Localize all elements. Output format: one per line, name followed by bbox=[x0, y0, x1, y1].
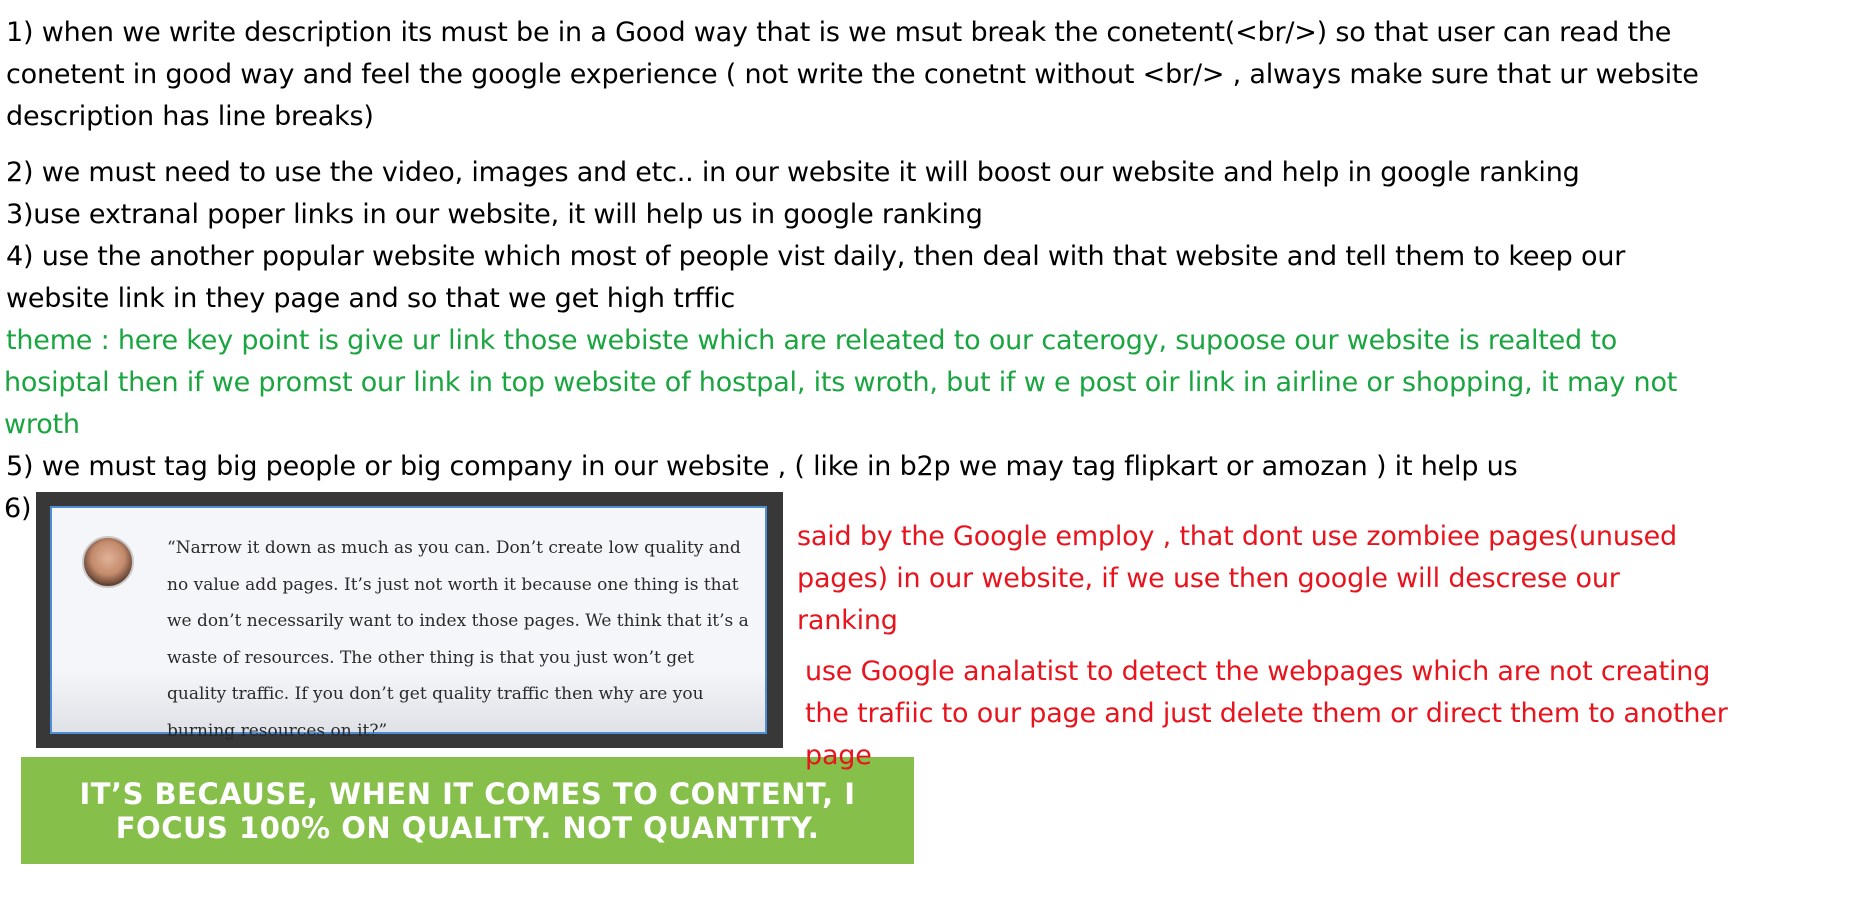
point-4-line-1: 4) use the another popular website which… bbox=[6, 241, 1626, 272]
red-note-1-line-3: ranking bbox=[797, 605, 898, 636]
point-6-label: 6) bbox=[4, 493, 32, 524]
theme-line-2: hosiptal then if we promst our link in t… bbox=[4, 367, 1678, 398]
point-1-line-3: description has line breaks) bbox=[6, 101, 374, 132]
red-note-2-line-1: use Google analatist to detect the webpa… bbox=[805, 656, 1711, 687]
point-3: 3)use extranal poper links in our websit… bbox=[6, 199, 983, 230]
red-note-2-line-3: page bbox=[805, 740, 872, 771]
red-note-2-line-2: the trafiic to our page and just delete … bbox=[805, 698, 1728, 729]
red-note-1-line-2: pages) in our website, if we use then go… bbox=[797, 563, 1620, 594]
point-2: 2) we must need to use the video, images… bbox=[6, 157, 1580, 188]
theme-line-1: theme : here key point is give ur link t… bbox=[6, 325, 1618, 356]
point-1-line-2: conetent in good way and feel the google… bbox=[6, 59, 1699, 90]
quote-card: “Narrow it down as much as you can. Don’… bbox=[50, 506, 767, 741]
avatar bbox=[82, 536, 134, 588]
point-5: 5) we must tag big people or big company… bbox=[6, 451, 1518, 482]
quote-screenshot: “Narrow it down as much as you can. Don’… bbox=[36, 492, 783, 748]
quality-banner: IT’S BECAUSE, WHEN IT COMES TO CONTENT, … bbox=[21, 757, 914, 864]
quote-text: “Narrow it down as much as you can. Don’… bbox=[167, 538, 749, 741]
point-4-line-2: website link in they page and so that we… bbox=[6, 283, 736, 314]
red-note-1-line-1: said by the Google employ , that dont us… bbox=[797, 521, 1677, 552]
theme-line-3: wroth bbox=[4, 409, 80, 440]
point-1-line-1: 1) when we write description its must be… bbox=[6, 17, 1672, 48]
banner-text: IT’S BECAUSE, WHEN IT COMES TO CONTENT, … bbox=[79, 776, 856, 845]
